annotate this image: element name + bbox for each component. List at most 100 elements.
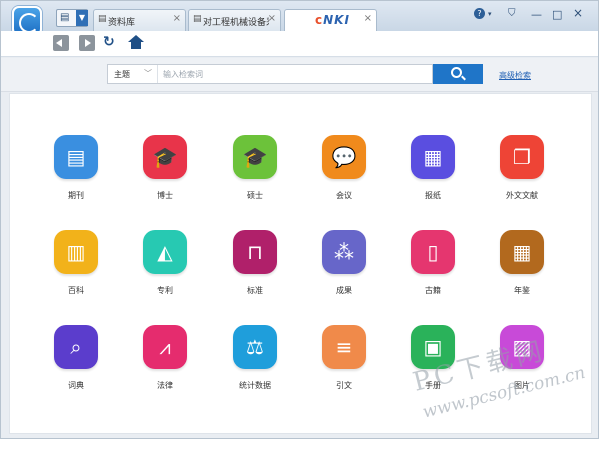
citation-scroll-icon[interactable]: ≡ (322, 325, 366, 369)
category-label[interactable]: 成果 (309, 285, 379, 296)
close-tab-icon[interactable]: × (268, 13, 276, 24)
category-tile[interactable]: ▦ 年鉴 (487, 230, 557, 296)
category-label[interactable]: 手册 (398, 380, 468, 391)
category-label[interactable]: 法律 (130, 380, 200, 391)
category-label[interactable]: 古籍 (398, 285, 468, 296)
category-label[interactable]: 硕士 (220, 190, 290, 201)
document-icon: ▤ (60, 12, 70, 23)
document-menu-button[interactable]: ▤ ▼ (56, 9, 88, 27)
category-label[interactable]: 外文文献 (487, 190, 557, 201)
chevron-down-icon: ▼ (76, 10, 88, 26)
glyph: ⌕ (70, 335, 82, 359)
glyph: ▤ (66, 145, 86, 169)
close-tab-icon[interactable]: × (173, 13, 181, 24)
category-label[interactable]: 百科 (41, 285, 111, 296)
category-tile[interactable]: 🎓 硕士 (220, 135, 290, 201)
back-arrow-icon[interactable] (53, 35, 69, 51)
search-field-value: 主题 (114, 70, 130, 79)
home-icon[interactable] (128, 35, 144, 51)
category-tile[interactable]: ⊓ 标准 (220, 230, 290, 296)
maximize-button[interactable]: □ (552, 8, 562, 21)
category-panel: ▤ 期刊 🎓 博士 🎓 硕士 💬 会议 ▦ 报纸 ❐ 外文文献 ▥ 百科 ◭ 专利 ⊓ 标准 ⁂ 成果 ▯ 古籍 ▦ 年鉴 ⌕ 词… (9, 93, 592, 434)
search-button[interactable] (433, 64, 483, 84)
glyph: ◭ (157, 240, 173, 264)
newspaper-icon[interactable]: ▦ (411, 135, 455, 179)
achievement-grapes-icon[interactable]: ⁂ (322, 230, 366, 274)
category-tile[interactable]: ▥ 百科 (41, 230, 111, 296)
title-bar: ▤ ▼ ▤ 资料库 × ▤ 对工程机械设备采... × cNKI × ? ▾ ⛉… (1, 1, 598, 36)
glyph: ≡ (335, 335, 353, 359)
glyph: ⚖ (246, 335, 264, 359)
glyph: ⊓ (247, 240, 263, 264)
refresh-icon[interactable]: ↻ (103, 34, 119, 50)
category-label[interactable]: 专利 (130, 285, 200, 296)
tab-document[interactable]: ▤ 对工程机械设备采... × (188, 9, 281, 31)
ancient-book-icon[interactable]: ▯ (411, 230, 455, 274)
minimize-button[interactable]: — (531, 8, 542, 21)
glyph: ❐ (513, 145, 531, 169)
glyph: 🎓 (242, 145, 268, 169)
picture-icon[interactable]: ▨ (500, 325, 544, 369)
yearbook-calendar-icon[interactable]: ▦ (500, 230, 544, 274)
dictionary-search-icon[interactable]: ⌕ (54, 325, 98, 369)
category-label[interactable]: 期刊 (41, 190, 111, 201)
category-label[interactable]: 标准 (220, 285, 290, 296)
category-tile[interactable]: ⩘ 法律 (130, 325, 200, 391)
foreign-doc-icon[interactable]: ❐ (500, 135, 544, 179)
category-label[interactable]: 引文 (309, 380, 379, 391)
category-tile[interactable]: ≡ 引文 (309, 325, 379, 391)
category-tile[interactable]: ⚖ 统计数据 (220, 325, 290, 391)
category-label[interactable]: 统计数据 (220, 380, 290, 391)
category-tile[interactable]: ▨ 图片 (487, 325, 557, 391)
forward-arrow-icon[interactable] (79, 35, 95, 51)
glyph: ▦ (423, 145, 443, 169)
tab-cnki[interactable]: cNKI × (284, 9, 377, 32)
category-label[interactable]: 报纸 (398, 190, 468, 201)
master-cap-icon[interactable]: 🎓 (233, 135, 277, 179)
encyclopedia-books-icon[interactable]: ▥ (54, 230, 98, 274)
category-label[interactable]: 会议 (309, 190, 379, 201)
glyph: ⁂ (334, 240, 354, 264)
close-button[interactable]: × (573, 6, 583, 20)
category-tile[interactable]: ❐ 外文文献 (487, 135, 557, 201)
doctor-cap-icon[interactable]: 🎓 (143, 135, 187, 179)
chevron-down-icon: ﹀ (144, 69, 152, 78)
search-input[interactable] (159, 65, 431, 83)
category-tile[interactable]: 🎓 博士 (130, 135, 200, 201)
category-tile[interactable]: ⁂ 成果 (309, 230, 379, 296)
doc-icon: ▤ (193, 14, 202, 24)
skin-shirt-icon[interactable]: ⛉ (508, 8, 516, 19)
category-tile[interactable]: 💬 会议 (309, 135, 379, 201)
chevron-down-icon[interactable]: ▾ (488, 10, 492, 18)
search-box: 主题 ﹀ (107, 64, 433, 84)
cnki-window: ▤ ▼ ▤ 资料库 × ▤ 对工程机械设备采... × cNKI × ? ▾ ⛉… (0, 0, 599, 439)
journal-icon[interactable]: ▤ (54, 135, 98, 179)
category-label[interactable]: 博士 (130, 190, 200, 201)
standard-ruler-icon[interactable]: ⊓ (233, 230, 277, 274)
tab-library[interactable]: ▤ 资料库 × (93, 9, 186, 31)
category-tile[interactable]: ▤ 期刊 (41, 135, 111, 201)
category-tile[interactable]: ▣ 手册 (398, 325, 468, 391)
help-icon[interactable]: ? (474, 8, 485, 19)
search-field-select[interactable]: 主题 ﹀ (108, 65, 158, 83)
advanced-search-link[interactable]: 高级检索 (499, 70, 531, 81)
tab-label: 资料库 (108, 18, 136, 28)
category-label[interactable]: 词典 (41, 380, 111, 391)
category-label[interactable]: 年鉴 (487, 285, 557, 296)
glyph: ▨ (512, 335, 532, 359)
category-tile[interactable]: ◭ 专利 (130, 230, 200, 296)
close-tab-icon[interactable]: × (364, 13, 372, 24)
search-bar: 主题 ﹀ 高级检索 (1, 58, 598, 92)
handbook-contact-icon[interactable]: ▣ (411, 325, 455, 369)
patent-icon[interactable]: ◭ (143, 230, 187, 274)
glyph: 💬 (331, 145, 357, 169)
cnki-logo: cNKI (315, 13, 350, 27)
glyph: ▯ (427, 240, 439, 264)
statistics-scale-icon[interactable]: ⚖ (233, 325, 277, 369)
meeting-chat-icon[interactable]: 💬 (322, 135, 366, 179)
category-tile[interactable]: ⌕ 词典 (41, 325, 111, 391)
category-tile[interactable]: ▯ 古籍 (398, 230, 468, 296)
category-tile[interactable]: ▦ 报纸 (398, 135, 468, 201)
law-chart-icon[interactable]: ⩘ (143, 325, 187, 369)
category-label[interactable]: 图片 (487, 380, 557, 391)
